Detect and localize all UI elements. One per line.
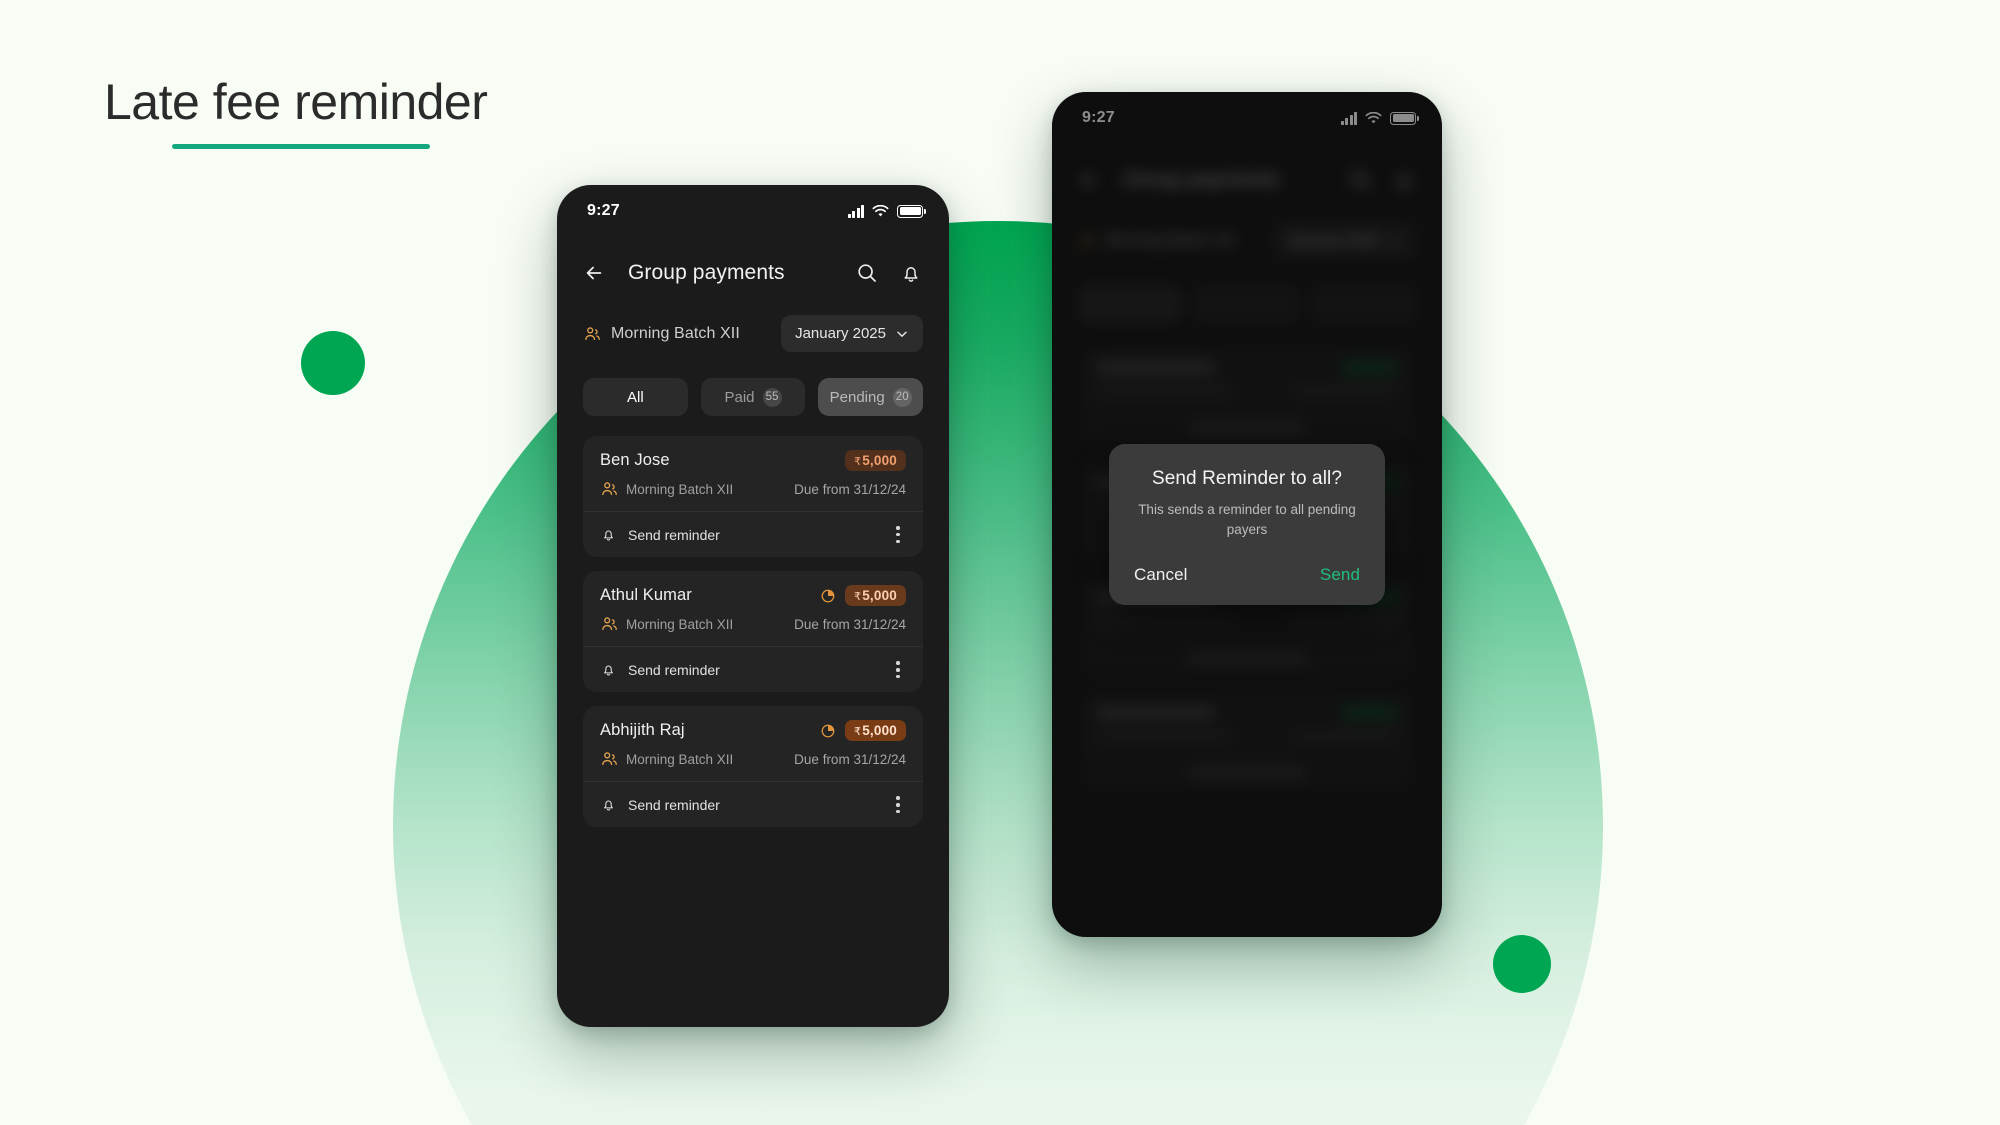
payment-amount-group: ₹5,000: [845, 450, 906, 471]
chevron-down-icon: [897, 331, 907, 337]
bell-icon: [604, 800, 613, 811]
page-title: Late fee reminder: [104, 74, 488, 130]
currency-symbol: ₹: [854, 591, 862, 604]
payment-card-header: Abhijith Raj ₹5,000: [600, 720, 906, 742]
payment-card-meta: Morning Batch XII Due from 31/12/24: [600, 750, 906, 768]
payment-card-meta: Morning Batch XII Due from 31/12/24: [600, 480, 906, 498]
amount-value: 5,000: [862, 723, 897, 739]
pie-clock-icon: [821, 724, 835, 738]
amount-value: 5,000: [862, 588, 897, 604]
payment-card[interactable]: Athul Kumar ₹5,000 Morning Batch XII Due fr…: [583, 571, 923, 693]
payer-group-name: Morning Batch XII: [626, 481, 734, 497]
payment-amount-group: ₹5,000: [820, 585, 906, 607]
wifi-icon: [872, 204, 889, 216]
search-icon[interactable]: [855, 261, 879, 285]
status-icons: [847, 204, 926, 218]
filter-chips: All Paid 55 Pending 20: [557, 352, 949, 416]
filter-chip-label: Paid: [724, 388, 755, 406]
battery-icon: [897, 204, 926, 218]
title-underline: [172, 144, 430, 149]
payer-group: Morning Batch XII: [600, 750, 733, 768]
payment-due-date: Due from 31/12/24: [794, 481, 906, 497]
people-icon: [602, 752, 617, 766]
page-title-block: Late fee reminder: [104, 74, 488, 149]
payment-amount-group: ₹5,000: [820, 720, 906, 742]
payment-card-meta: Morning Batch XII Due from 31/12/24: [600, 615, 906, 633]
filter-chip-count: 20: [892, 387, 912, 407]
payment-card-top: Abhijith Raj ₹5,000 Morning Batch XII Due f…: [583, 706, 923, 781]
payer-group-name: Morning Batch XII: [626, 616, 734, 632]
filter-chip-pending[interactable]: Pending 20: [818, 378, 924, 416]
background-stage: [0, 0, 2000, 1125]
payment-due-date: Due from 31/12/24: [794, 616, 906, 632]
filter-chip-count: 55: [762, 387, 782, 407]
pie-clock-icon: [821, 589, 835, 603]
amount-value: 5,000: [862, 453, 897, 468]
dialog-message: This sends a reminder to all pending pay…: [1138, 502, 1356, 537]
send-reminder-action[interactable]: Send reminder: [600, 661, 720, 678]
arrow-left-icon[interactable]: [583, 262, 605, 284]
payment-card-header: Athul Kumar ₹5,000: [600, 585, 906, 607]
filter-chip-paid[interactable]: Paid 55: [700, 378, 806, 416]
filter-chip-label: Pending: [829, 388, 885, 406]
bell-icon: [604, 665, 613, 676]
payment-card-list: Ben Jose ₹5,000 Morning Batch XII Due from …: [557, 416, 949, 828]
page-title: Group payments: [628, 261, 785, 284]
send-reminder-label: Send reminder: [628, 526, 720, 543]
payment-card-top: Ben Jose ₹5,000 Morning Batch XII Due from …: [583, 436, 923, 511]
currency-symbol: ₹: [854, 456, 862, 468]
payment-card-top: Athul Kumar ₹5,000 Morning Batch XII Due fr…: [583, 571, 923, 646]
people-icon: [585, 326, 600, 340]
phone-front: 9:27 Group payments Morning Batch XII Ja…: [557, 185, 949, 1027]
payment-card-header: Ben Jose ₹5,000: [600, 450, 906, 471]
send-reminder-dialog: Send Reminder to all? This sends a remin…: [1109, 444, 1385, 606]
month-selector[interactable]: January 2025: [781, 315, 923, 352]
decor-dot-left: [301, 331, 365, 395]
dialog-title: Send Reminder to all?: [1151, 468, 1343, 489]
month-selector-label: January 2025: [795, 325, 886, 342]
kebab-menu-icon[interactable]: [890, 523, 906, 546]
signal-icon: [847, 204, 864, 218]
payer-group: Morning Batch XII: [600, 615, 733, 633]
phone-back: 9:27 Group payments Morning Batch XII Ja…: [1052, 92, 1442, 937]
app-header: Group payments: [557, 237, 949, 299]
bell-icon: [604, 530, 613, 541]
amount-badge: ₹5,000: [845, 720, 906, 742]
payer-group-name: Morning Batch XII: [626, 751, 734, 767]
bell-icon[interactable]: [899, 261, 923, 285]
payment-due-date: Due from 31/12/24: [794, 751, 906, 767]
filter-chip-label: All: [627, 388, 644, 406]
send-reminder-row[interactable]: Send reminder: [583, 781, 923, 827]
kebab-menu-icon[interactable]: [890, 793, 906, 816]
payer-name: Ben Jose: [600, 451, 670, 469]
payer-group: Morning Batch XII: [600, 480, 733, 498]
payer-name: Abhijith Raj: [600, 721, 685, 740]
cancel-button[interactable]: Cancel: [1134, 565, 1188, 585]
send-reminder-action[interactable]: Send reminder: [600, 526, 720, 543]
payment-card[interactable]: Abhijith Raj ₹5,000 Morning Batch XII Due f…: [583, 706, 923, 828]
currency-symbol: ₹: [854, 726, 862, 739]
group-info: Morning Batch XII: [583, 325, 740, 343]
kebab-menu-icon[interactable]: [890, 658, 906, 681]
payer-name: Athul Kumar: [600, 586, 692, 605]
amount-badge: ₹5,000: [845, 450, 906, 471]
decor-dot-right: [1493, 935, 1551, 993]
amount-badge: ₹5,000: [845, 585, 906, 607]
group-name: Morning Batch XII: [611, 324, 740, 342]
payment-card[interactable]: Ben Jose ₹5,000 Morning Batch XII Due from …: [583, 436, 923, 558]
send-reminder-action[interactable]: Send reminder: [600, 796, 720, 813]
send-reminder-label: Send reminder: [628, 796, 720, 813]
send-reminder-row[interactable]: Send reminder: [583, 511, 923, 557]
send-button[interactable]: Send: [1320, 565, 1360, 585]
people-icon: [602, 482, 617, 496]
people-icon: [602, 617, 617, 631]
status-bar-front: 9:27: [557, 185, 949, 237]
send-reminder-label: Send reminder: [628, 661, 720, 678]
status-time: 9:27: [587, 202, 620, 219]
filter-chip-all[interactable]: All: [583, 378, 688, 416]
send-reminder-row[interactable]: Send reminder: [583, 646, 923, 692]
group-row: Morning Batch XII January 2025: [557, 299, 949, 352]
dialog-actions: Cancel Send: [1129, 565, 1365, 589]
